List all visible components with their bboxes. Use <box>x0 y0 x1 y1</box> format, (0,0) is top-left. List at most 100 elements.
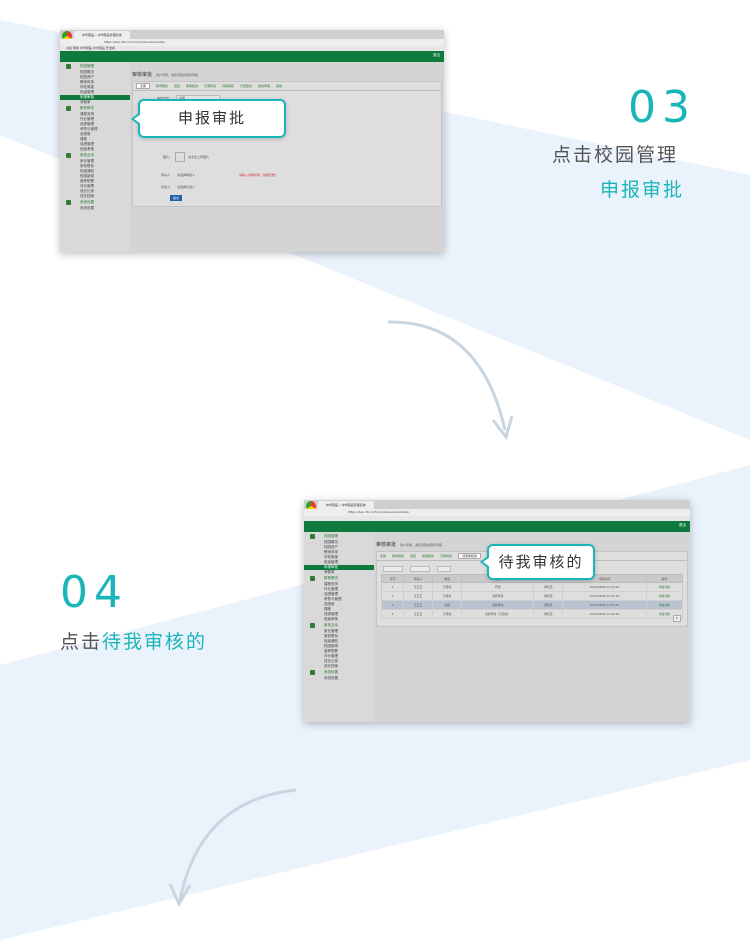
table-cell: 2 <box>381 591 404 601</box>
group-icon <box>66 153 71 158</box>
table-cell: 王五五 <box>402 591 434 601</box>
row-action-link[interactable]: 查看详情 <box>645 591 684 601</box>
table-cell: 4 <box>381 609 404 619</box>
form-row-cc: 抄送人： 请选择抄送人 <box>161 185 195 189</box>
sidebar-group[interactable]: 校园管理 <box>304 533 374 540</box>
sidebar-group[interactable]: 教育教学 <box>60 105 130 112</box>
row-action-link[interactable]: 查看详情 <box>645 600 684 610</box>
table-row[interactable]: 1 王五五 已审核 开始 审核员 2019/08/06 10:02:46 查看详情 <box>381 582 684 592</box>
step3-number: 03 <box>628 82 696 133</box>
address-bar[interactable]: https://bao.36.cn/?s=mobile-index/index <box>60 39 444 46</box>
panel-tab[interactable]: 已结束的 <box>240 84 252 88</box>
sidebar-group[interactable]: 家校互动 <box>60 152 130 159</box>
panel-tab[interactable]: 待我审核的 <box>458 553 482 559</box>
step4-callout: 待我审核的 <box>480 544 595 580</box>
upload-box[interactable] <box>175 152 186 162</box>
table-row[interactable]: 3 王五五 请假 请假申请 审核员 2019/08/06 11:02:47 查看详情 <box>381 600 684 610</box>
submit-button[interactable]: 提交 <box>170 195 182 201</box>
browser-tabbar: 中华颐品 • 中华颐品管理系统 <box>304 500 690 511</box>
table-cell: 1 <box>381 582 404 592</box>
group-icon <box>66 200 71 205</box>
upload-hint: 请点击上传图片 <box>188 155 210 159</box>
step4-screenshot: 中华颐品 • 中华颐品管理系统 https://bao.36.cn/?s=mob… <box>304 500 690 722</box>
table-cell: 王五五 <box>402 609 434 619</box>
sidebar-item[interactable]: 系统设置 <box>304 676 374 681</box>
sidebar-group[interactable]: 家校互动 <box>304 622 374 629</box>
table-cell: 已审核 <box>432 582 463 592</box>
form-row-pick: 图片： 请点击上传图片 <box>163 152 209 162</box>
filter-type[interactable] <box>409 566 430 572</box>
sidebar-group-label: 系统设置 <box>324 670 338 674</box>
filter-status[interactable] <box>436 566 451 572</box>
step3-highlight: 申报审批 <box>600 179 685 201</box>
panel-tab[interactable]: 我审核的 <box>186 84 198 88</box>
logout-link[interactable]: 退出 <box>433 53 440 58</box>
table-cell: 请假申请 <box>461 591 535 601</box>
panel-tab[interactable]: 待我审核 <box>222 84 234 88</box>
page-button[interactable]: 1 <box>673 615 681 622</box>
page-title-text: 审核审批 <box>376 542 397 548</box>
page-title-text: 审核审批 <box>132 72 153 78</box>
sidebar: 校园管理 校园概况 校园资产 教师风采 学校简报 班级管理 申报审批 请假单 教育教学 课程安排作… <box>60 63 130 252</box>
address-bar[interactable]: https://bao.36.cn/?s=mobile-index/index <box>304 509 690 516</box>
table-cell: 审核员 <box>533 600 564 610</box>
panel-tab[interactable]: 我申报的 <box>392 554 404 558</box>
browser-tabbar: 中华颐品 • 中华颐品管理系统 <box>60 30 444 41</box>
filter-date[interactable] <box>383 566 403 572</box>
step4-number: 04 <box>60 567 128 618</box>
group-icon <box>310 534 315 539</box>
applicant-label: 申请人： <box>161 173 174 177</box>
sidebar-group-label: 家校互动 <box>324 623 338 627</box>
table-cell: 王五五 <box>402 600 434 610</box>
sidebar-group[interactable]: 系统设置 <box>304 669 374 676</box>
logout-link[interactable]: 退出 <box>679 523 686 528</box>
step4-highlight: 待我审核的 <box>102 631 208 653</box>
page-title: 审核审批 用户申报，发起流程的审核申报 <box>132 71 198 78</box>
group-icon <box>310 623 315 628</box>
sidebar-group[interactable]: 校园管理 <box>60 63 130 70</box>
approval-table: 序号申请人类型描述审核人申请时间操作1王五五已审核开始审核员2019/08/06… <box>381 574 684 619</box>
sidebar-group[interactable]: 教育教学 <box>304 575 374 582</box>
table-header: 序号 <box>381 574 404 583</box>
table-cell: 2019/08/06 10:02:46 <box>562 591 647 601</box>
browser-tab[interactable]: 中华颐品 • 中华颐品管理系统 <box>74 31 130 39</box>
group-icon <box>310 670 315 675</box>
form-row-applicant: 申请人： 请选择审批人 请输入请假时间（请假天数） <box>161 173 278 177</box>
table-cell: 请假申请（已完成） <box>461 609 535 619</box>
table-cell: 已审核 <box>432 591 463 601</box>
group-icon <box>66 106 71 111</box>
cc-select[interactable]: 请选择抄送人 <box>177 185 195 189</box>
sidebar-group-label: 校园管理 <box>324 534 338 538</box>
browser-tab[interactable]: 中华颐品 • 中华颐品管理系统 <box>318 501 374 509</box>
table-cell: 2019/08/06 10:02:46 <box>562 582 647 592</box>
panel-tab[interactable]: 我的申报 <box>258 84 270 88</box>
panel-tab[interactable]: 已审核的 <box>204 84 216 88</box>
row-action-link[interactable]: 查看详情 <box>645 582 684 592</box>
applicant-warning: 请输入请假时间（请假天数） <box>239 173 279 177</box>
sidebar-item[interactable]: 系统设置 <box>60 206 130 211</box>
panel-tabs: 全部 我申报的 退回 我审核的 已审核的 待我审核 已结束的 我的申报 其他 <box>133 82 441 91</box>
cc-label: 抄送人： <box>161 185 174 189</box>
sidebar-group-label: 教育教学 <box>80 106 94 110</box>
panel-tab[interactable]: 全部 <box>380 554 386 558</box>
panel-tab[interactable]: 我申报的 <box>156 84 168 88</box>
panel-tab[interactable]: 其他 <box>276 84 282 88</box>
table-cell: 2019/08/06 11:02:47 <box>562 600 647 610</box>
app-header: 退出 <box>304 521 690 532</box>
pick-label: 图片： <box>163 155 173 159</box>
table-row[interactable]: 4 王五五 已审核 请假申请（已完成） 审核员 2019/08/06 10:02:46 查看… <box>381 609 684 619</box>
table-cell: 开始 <box>461 582 535 592</box>
panel-tab[interactable]: 退回 <box>174 84 180 88</box>
table-header: 申请人 <box>402 574 434 583</box>
table-cell: 审核员 <box>533 582 564 592</box>
sidebar-group[interactable]: 系统设置 <box>60 199 130 206</box>
panel-tab[interactable]: 我审核的 <box>422 554 434 558</box>
panel-tab[interactable]: 退回 <box>410 554 416 558</box>
page-title: 审核审批 用户申报，发起流程的审核申报 <box>376 541 442 548</box>
applicant-select[interactable]: 请选择审批人 <box>177 173 195 177</box>
table-cell: 请假 <box>432 600 463 610</box>
panel-tab[interactable]: 已审核的 <box>440 554 452 558</box>
panel-tab[interactable]: 全部 <box>136 83 151 89</box>
table-row[interactable]: 2 王五五 已审核 请假申请 审核员 2019/08/06 10:02:46 查看详情 <box>381 591 684 601</box>
sidebar: 校园管理 校园概况 校园资产 教师风采 学校简报 班级管理 申报审批 请假单 教育教学 课程安排作… <box>304 533 374 722</box>
